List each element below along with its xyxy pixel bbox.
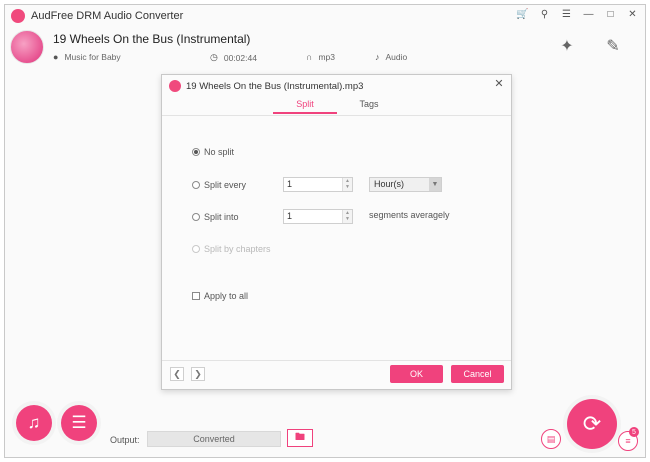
app-logo-icon: [11, 9, 25, 23]
split-into-stepper-arrows[interactable]: ▲ ▼: [342, 210, 352, 223]
split-every-stepper[interactable]: 1 ▲ ▼: [283, 177, 353, 192]
track-type: ♪ Audio: [375, 52, 407, 62]
output-label: Output:: [110, 435, 140, 445]
apply-to-all-checkbox[interactable]: [192, 292, 200, 300]
split-by-chapters-label: Split by chapters: [204, 244, 271, 254]
option-split-into[interactable]: Split into: [192, 212, 239, 222]
folder-icon: 🖿: [295, 431, 305, 443]
close-icon[interactable]: ✕: [626, 8, 639, 22]
next-button[interactable]: ❯: [191, 367, 205, 381]
split-unit-select[interactable]: Hour(s) ▼: [369, 177, 442, 192]
history-icon: ≡: [625, 436, 631, 446]
chevron-right-icon: ❯: [194, 369, 202, 379]
segments-label: segments averagely: [369, 210, 450, 220]
dialog-tabs: Split Tags: [273, 99, 401, 114]
cart-icon[interactable]: 🛒: [516, 8, 529, 22]
split-tags-dialog: 19 Wheels On the Bus (Instrumental).mp3 …: [161, 74, 512, 390]
split-into-value: 1: [287, 211, 293, 221]
app-title: AudFree DRM Audio Converter: [31, 10, 184, 22]
document-icon: ▤: [546, 433, 556, 444]
split-every-label: Split every: [204, 180, 247, 190]
option-split-every[interactable]: Split every: [192, 180, 246, 190]
add-playlist-button[interactable]: ☰: [61, 405, 97, 441]
cancel-button[interactable]: Cancel: [451, 365, 504, 383]
tab-tags[interactable]: Tags: [337, 99, 401, 114]
split-by-chapters-radio: [192, 245, 200, 253]
dialog-title: 19 Wheels On the Bus (Instrumental).mp3: [186, 81, 364, 92]
track-artist: ● Music for Baby: [53, 52, 121, 62]
duration-label: 00:02:44: [223, 52, 257, 63]
chevron-down-icon[interactable]: ▼: [429, 178, 441, 191]
chevron-left-icon: ❮: [173, 369, 181, 379]
type-label: Audio: [385, 52, 408, 62]
split-unit-value: Hour(s): [374, 179, 405, 189]
option-apply-to-all[interactable]: Apply to all: [192, 291, 248, 301]
tab-split[interactable]: Split: [273, 99, 337, 114]
track-format: ∩ mp3: [306, 52, 335, 62]
dialog-footer-divider: [162, 360, 511, 361]
no-split-radio[interactable]: [192, 148, 200, 156]
track-tools: ✦ ✎: [557, 36, 623, 56]
window-controls: 🛒 ⚲ ☰ — □ ✕: [516, 8, 639, 22]
option-no-split[interactable]: No split: [192, 147, 234, 157]
menu-icon[interactable]: ☰: [560, 8, 573, 22]
title-bar: AudFree DRM Audio Converter 🛒 ⚲ ☰ — □ ✕: [5, 5, 645, 27]
ok-button[interactable]: OK: [390, 365, 443, 383]
option-split-by-chapters: Split by chapters: [192, 244, 271, 254]
add-music-button[interactable]: ♫: [16, 405, 52, 441]
playlist-add-icon: ☰: [71, 413, 87, 432]
no-split-label: No split: [204, 147, 235, 157]
track-title: 19 Wheels On the Bus (Instrumental): [53, 32, 251, 46]
minimize-icon[interactable]: —: [582, 8, 595, 22]
split-every-radio[interactable]: [192, 181, 200, 189]
convert-button[interactable]: ⟳: [567, 399, 617, 449]
apply-to-all-label: Apply to all: [204, 291, 249, 301]
effect-wand-icon[interactable]: ✦: [557, 36, 577, 56]
convert-icon: ⟳: [582, 411, 602, 436]
split-into-radio[interactable]: [192, 213, 200, 221]
maximize-icon[interactable]: □: [604, 8, 617, 22]
previous-button[interactable]: ❮: [170, 367, 184, 381]
output-path-field[interactable]: Converted: [147, 431, 281, 447]
history-count-badge: 5: [629, 427, 639, 437]
edit-icon[interactable]: ✎: [603, 36, 623, 56]
tab-divider: [162, 115, 511, 116]
music-note-icon: ♪: [375, 52, 380, 62]
album-cover: [10, 30, 44, 64]
split-every-value: 1: [287, 179, 293, 189]
track-row[interactable]: 19 Wheels On the Bus (Instrumental) ● Mu…: [5, 27, 645, 71]
split-every-stepper-arrows[interactable]: ▲ ▼: [342, 178, 352, 191]
clock-icon: ◷: [210, 52, 218, 62]
split-into-label: Split into: [204, 212, 239, 222]
split-into-stepper[interactable]: 1 ▲ ▼: [283, 209, 353, 224]
add-music-icon: ♫: [27, 413, 41, 432]
dialog-logo-icon: [169, 80, 181, 92]
dialog-close-icon[interactable]: ✕: [493, 78, 505, 90]
format-settings-button[interactable]: ▤: [541, 429, 561, 449]
browse-folder-button[interactable]: 🖿: [287, 429, 313, 447]
key-icon[interactable]: ⚲: [538, 8, 551, 22]
headphones-icon: ∩: [306, 52, 313, 62]
user-icon: ●: [53, 52, 59, 62]
artist-label: Music for Baby: [64, 52, 121, 62]
track-duration: ◷ 00:02:44: [210, 52, 257, 63]
format-label: mp3: [318, 52, 336, 62]
